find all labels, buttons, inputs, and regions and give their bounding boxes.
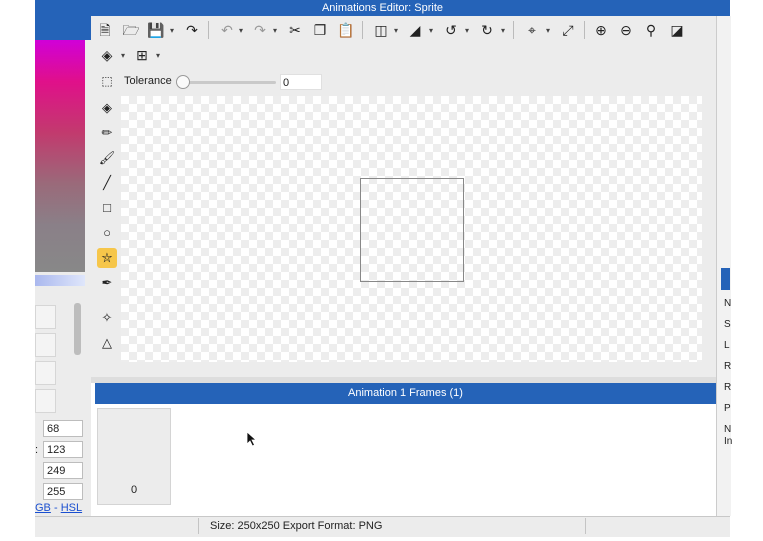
resize-icon[interactable]: ⤢ xyxy=(559,21,577,39)
zoom-in-icon[interactable]: ⊕ xyxy=(592,21,610,39)
zoom-out-icon[interactable]: ⊖ xyxy=(617,21,635,39)
color-panel-header xyxy=(35,16,91,40)
property-label: N xyxy=(724,298,732,309)
frame-number-label: 0 xyxy=(130,484,138,496)
layers-icon[interactable]: ◈ xyxy=(98,46,116,64)
color-value-field-3[interactable]: 249 xyxy=(43,462,83,479)
frames-panel-title: Animation 1 Frames (1) xyxy=(348,387,463,399)
tolerance-slider-track[interactable] xyxy=(180,81,276,84)
properties-panel-header xyxy=(721,268,730,290)
tolerance-label: Tolerance xyxy=(124,75,172,87)
rotate-left-icon[interactable]: ↺ xyxy=(442,21,460,39)
toolbar-divider xyxy=(584,21,585,39)
toolbar-divider xyxy=(362,21,363,39)
color-swatch[interactable] xyxy=(35,305,56,329)
chevron-down-icon[interactable]: ▾ xyxy=(170,26,174,35)
cut-icon[interactable]: ✂ xyxy=(286,21,304,39)
invert-icon[interactable]: ◪ xyxy=(668,21,686,39)
node-icon[interactable]: ✧ xyxy=(97,308,117,328)
color-swatch[interactable] xyxy=(35,389,56,413)
status-divider xyxy=(585,518,586,534)
paste-icon[interactable]: 📋 xyxy=(337,21,355,39)
canvas-scrollbar[interactable] xyxy=(121,364,716,377)
chevron-down-icon[interactable]: ▾ xyxy=(546,26,550,35)
chevron-down-icon[interactable]: ▾ xyxy=(121,51,125,60)
fill-bucket-icon[interactable]: ⛦ xyxy=(97,248,117,268)
color-value-field-1[interactable]: 68 xyxy=(43,420,83,437)
frames-panel-header: Animation 1 Frames (1) xyxy=(95,383,716,404)
copy-icon[interactable]: ❐ xyxy=(311,21,329,39)
path-icon[interactable]: △ xyxy=(97,333,117,353)
chevron-down-icon[interactable]: ▾ xyxy=(465,26,469,35)
brush-icon[interactable]: 🖌 xyxy=(97,148,117,168)
property-label: R xyxy=(724,382,732,393)
color-value-field-2[interactable]: 123 xyxy=(43,441,83,458)
sprite-bounds[interactable] xyxy=(360,178,464,282)
flip-horizontal-icon[interactable]: ◫ xyxy=(372,21,390,39)
rgb-link[interactable]: GB xyxy=(35,502,51,514)
window-title-bar: Animations Editor: Sprite xyxy=(35,0,730,16)
chevron-down-icon[interactable]: ▾ xyxy=(394,26,398,35)
toolbar-divider xyxy=(208,21,209,39)
tolerance-value-field[interactable]: 0 xyxy=(280,74,322,90)
mode-separator: - xyxy=(50,502,61,514)
field-label-separator: : xyxy=(35,444,39,456)
color-mode-links: GB - HSL xyxy=(35,502,82,514)
property-label: S xyxy=(724,319,731,330)
frames-panel xyxy=(95,404,716,516)
property-label: L xyxy=(724,340,730,351)
open-folder-icon[interactable]: 🗁 xyxy=(122,21,140,39)
export-icon[interactable]: ↷ xyxy=(183,21,201,39)
undo-icon[interactable]: ↶ xyxy=(218,21,236,39)
pencil-icon[interactable]: ✏ xyxy=(97,123,117,143)
crop-icon[interactable]: ⌖ xyxy=(523,21,541,39)
chevron-down-icon[interactable]: ▾ xyxy=(429,26,433,35)
property-label: P xyxy=(724,403,731,414)
save-icon[interactable]: 💾 xyxy=(147,21,165,39)
toolbar-divider xyxy=(513,21,514,39)
chevron-down-icon[interactable]: ▾ xyxy=(156,51,160,60)
chevron-down-icon[interactable]: ▾ xyxy=(501,26,505,35)
rectangle-icon[interactable]: □ xyxy=(97,198,117,218)
new-file-icon[interactable]: 🗎 xyxy=(96,21,114,39)
eraser-icon[interactable]: ◈ xyxy=(97,98,117,118)
hsl-link[interactable]: HSL xyxy=(61,502,82,514)
flip-vertical-icon[interactable]: ◢ xyxy=(406,21,424,39)
zoom-fit-icon[interactable]: ⚲ xyxy=(642,21,660,39)
chevron-down-icon[interactable]: ▾ xyxy=(273,26,277,35)
redo-icon[interactable]: ↷ xyxy=(251,21,269,39)
property-label: N xyxy=(724,424,732,435)
ellipse-icon[interactable]: ○ xyxy=(97,223,117,243)
eyedropper-icon[interactable]: ✒ xyxy=(97,273,117,293)
swatch-scrollbar[interactable] xyxy=(74,303,81,355)
color-gradient-picker[interactable] xyxy=(35,40,85,272)
property-label: R xyxy=(724,361,732,372)
hue-strip[interactable] xyxy=(35,275,85,286)
color-swatch[interactable] xyxy=(35,361,56,385)
grid-icon[interactable]: ⊞ xyxy=(133,46,151,64)
line-icon[interactable]: ╱ xyxy=(97,173,117,193)
status-bar xyxy=(35,516,730,537)
status-text: Size: 250x250 Export Format: PNG xyxy=(210,520,383,532)
chevron-down-icon[interactable]: ▾ xyxy=(239,26,243,35)
color-swatch[interactable] xyxy=(35,333,56,357)
tolerance-slider-handle[interactable] xyxy=(176,75,190,89)
rotate-right-icon[interactable]: ↻ xyxy=(478,21,496,39)
property-label: In xyxy=(724,436,733,447)
window-title: Animations Editor: Sprite xyxy=(321,2,444,14)
color-value-field-4[interactable]: 255 xyxy=(43,483,83,500)
selection-icon[interactable]: ⬚ xyxy=(98,72,116,90)
status-divider xyxy=(198,518,199,534)
mouse-pointer-icon xyxy=(246,431,258,447)
